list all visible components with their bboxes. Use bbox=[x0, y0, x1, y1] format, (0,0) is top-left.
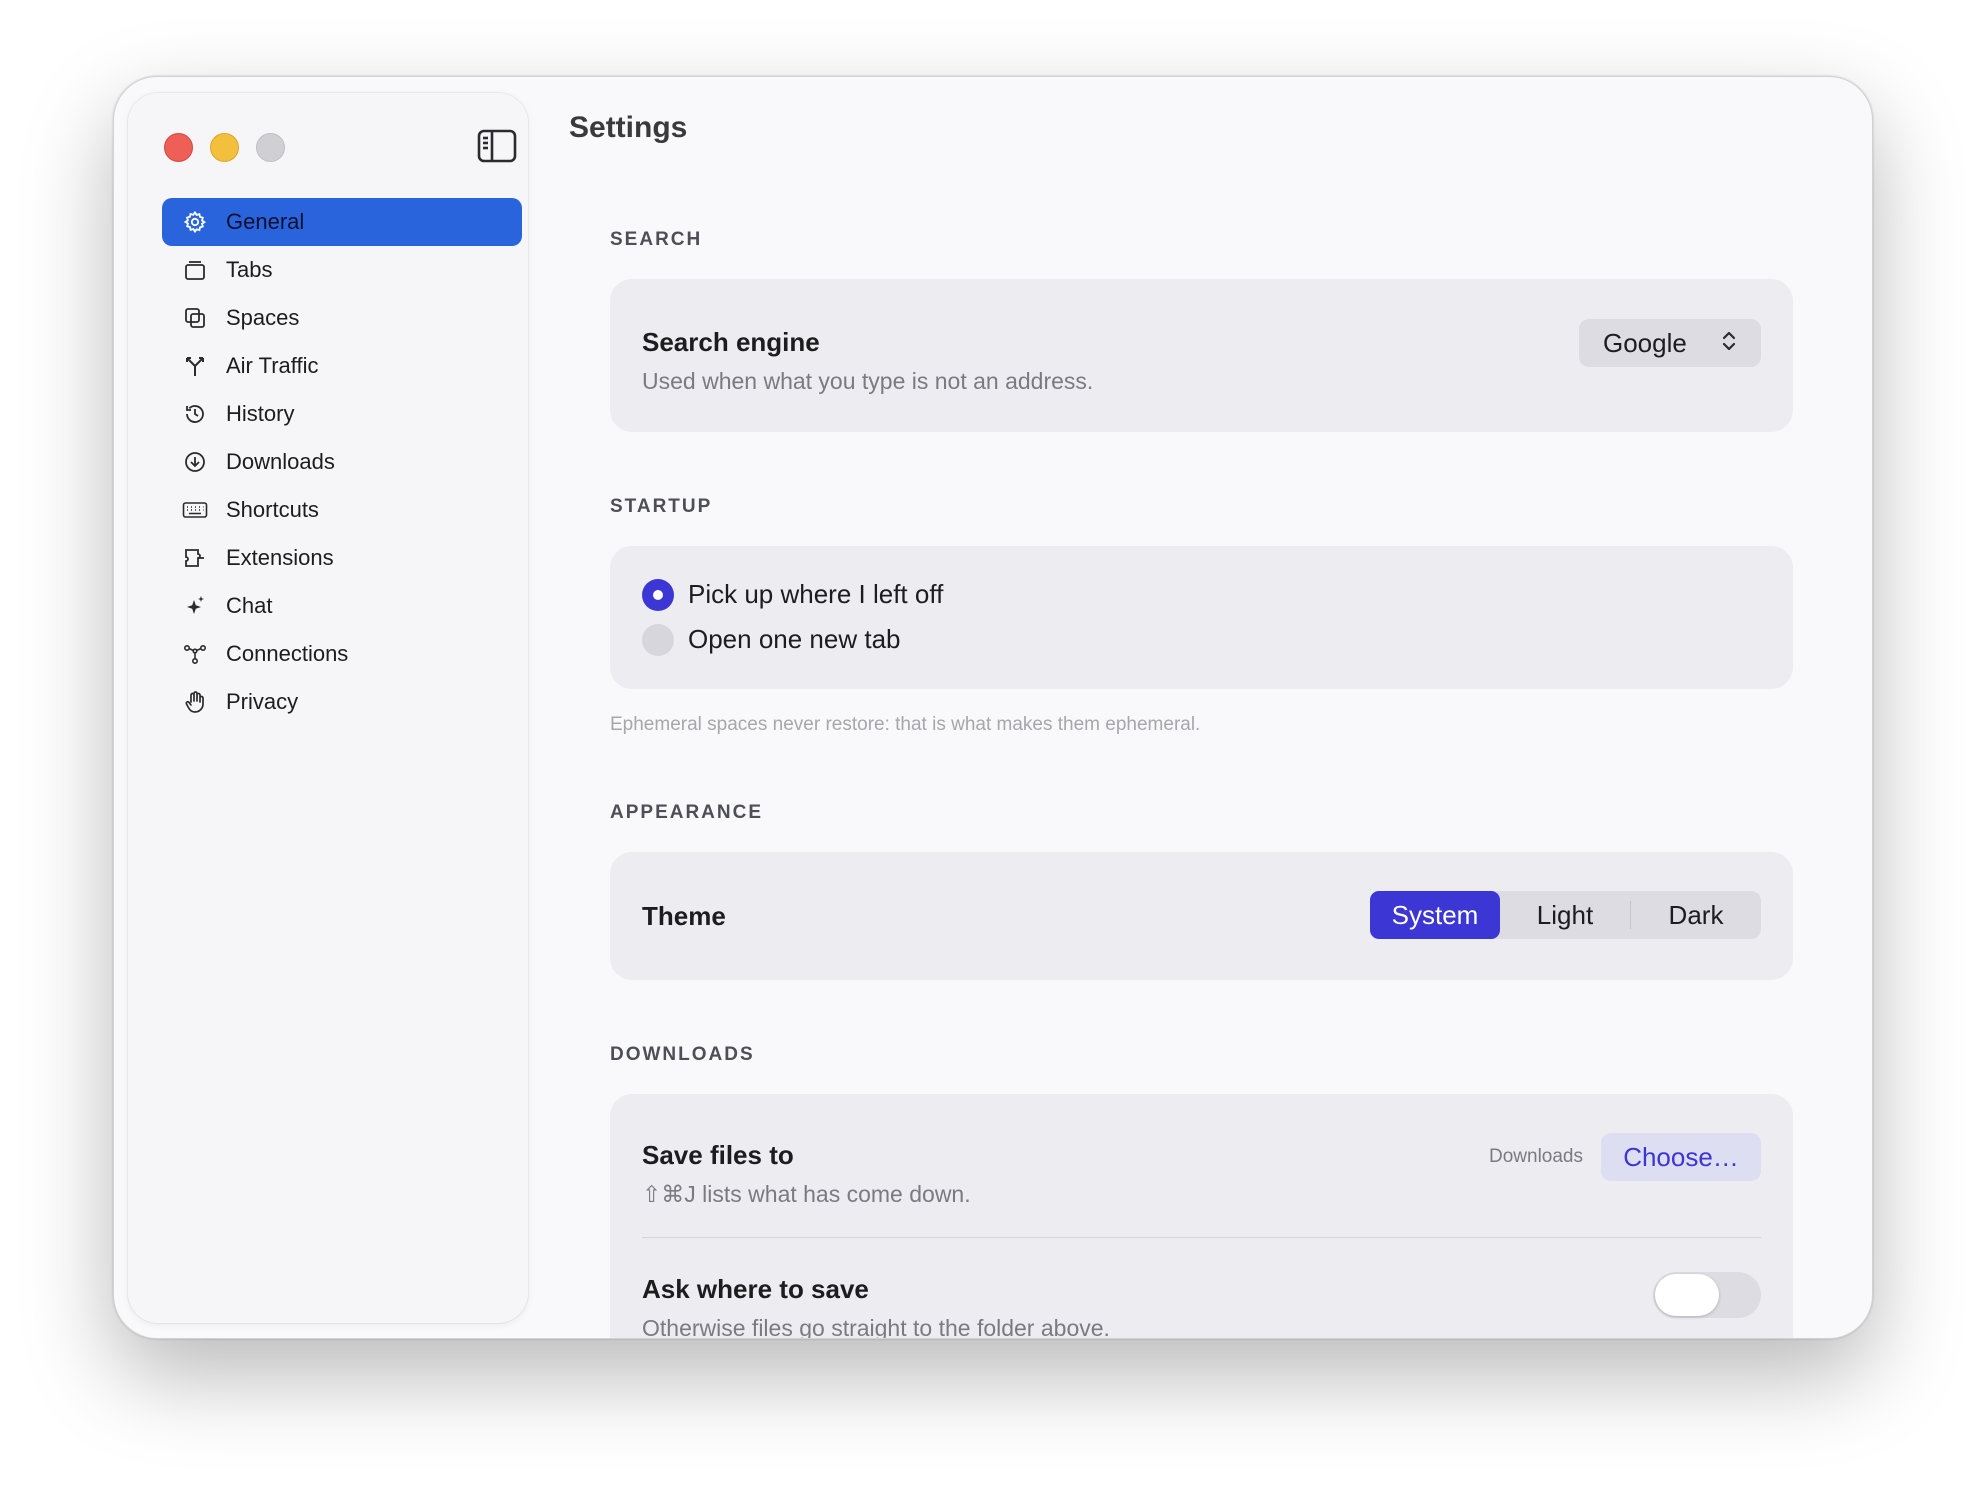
close-button[interactable] bbox=[164, 133, 193, 162]
page-title: Settings bbox=[569, 111, 688, 144]
sidebar-item-general[interactable]: General bbox=[162, 198, 522, 246]
section-label-search: SEARCH bbox=[610, 229, 703, 250]
theme-option-light[interactable]: Light bbox=[1500, 891, 1630, 939]
radio-selected[interactable] bbox=[642, 578, 674, 611]
startup-option-label: Pick up where I left off bbox=[688, 579, 944, 609]
sidebar-item-extensions[interactable]: Extensions bbox=[162, 534, 522, 582]
ask-save-title: Ask where to save bbox=[642, 1274, 869, 1304]
startup-option-new-tab[interactable]: Open one new tab bbox=[642, 617, 1761, 662]
sidebar: General Tabs Spaces Air Traffic History … bbox=[128, 93, 528, 1323]
sidebar-item-label: Shortcuts bbox=[226, 497, 319, 522]
connections-icon bbox=[182, 641, 208, 667]
radio-unselected[interactable] bbox=[642, 623, 674, 656]
hand-icon bbox=[182, 689, 208, 715]
startup-option-restore[interactable]: Pick up where I left off bbox=[642, 572, 1761, 617]
search-engine-select[interactable]: Google bbox=[1579, 319, 1761, 367]
ask-save-description: Otherwise files go straight to the folde… bbox=[642, 1315, 1110, 1339]
downloads-card: Save files to ⇧⌘J lists what has come do… bbox=[610, 1094, 1793, 1339]
settings-content: Settings SEARCH Search engine Used when … bbox=[569, 77, 1872, 1338]
sidebar-nav: General Tabs Spaces Air Traffic History … bbox=[162, 198, 522, 726]
ask-save-row: Ask where to save Otherwise files go str… bbox=[642, 1274, 1110, 1339]
tabs-icon bbox=[182, 257, 208, 283]
theme-option-dark[interactable]: Dark bbox=[1631, 891, 1761, 939]
air-traffic-icon bbox=[182, 353, 208, 379]
sidebar-item-label: History bbox=[226, 401, 295, 426]
gear-icon bbox=[182, 209, 208, 235]
save-files-row: Save files to ⇧⌘J lists what has come do… bbox=[642, 1140, 971, 1208]
theme-segmented-control: System Light Dark bbox=[1370, 891, 1761, 939]
spaces-icon bbox=[182, 305, 208, 331]
keyboard-icon bbox=[182, 497, 208, 523]
sidebar-item-label: General bbox=[226, 209, 305, 234]
startup-option-label: Open one new tab bbox=[688, 624, 901, 654]
sidebar-item-connections[interactable]: Connections bbox=[162, 630, 522, 678]
sidebar-item-label: Tabs bbox=[226, 257, 273, 282]
sidebar-item-label: Spaces bbox=[226, 305, 300, 330]
startup-footnote: Ephemeral spaces never restore: that is … bbox=[610, 714, 1201, 735]
startup-card: Pick up where I left off Open one new ta… bbox=[610, 546, 1793, 689]
extensions-icon bbox=[182, 545, 208, 571]
search-card: Search engine Used when what you type is… bbox=[610, 279, 1793, 432]
download-icon bbox=[182, 449, 208, 475]
sidebar-item-spaces[interactable]: Spaces bbox=[162, 294, 522, 342]
chevron-up-down-icon bbox=[1721, 328, 1737, 359]
minimize-button[interactable] bbox=[210, 133, 239, 162]
section-label-startup: STARTUP bbox=[610, 496, 713, 517]
appearance-card: Theme System Light Dark bbox=[610, 852, 1793, 980]
settings-window: General Tabs Spaces Air Traffic History … bbox=[113, 76, 1873, 1339]
sidebar-item-privacy[interactable]: Privacy bbox=[162, 678, 522, 726]
history-icon bbox=[182, 401, 208, 427]
sidebar-item-label: Connections bbox=[226, 641, 349, 666]
save-files-title: Save files to bbox=[642, 1140, 794, 1170]
sidebar-item-history[interactable]: History bbox=[162, 390, 522, 438]
sidebar-item-downloads[interactable]: Downloads bbox=[162, 438, 522, 486]
sparkle-icon bbox=[182, 593, 208, 619]
sidebar-toggle-icon[interactable] bbox=[477, 129, 517, 163]
sidebar-item-label: Privacy bbox=[226, 689, 299, 714]
sidebar-item-label: Extensions bbox=[226, 545, 334, 570]
theme-option-system[interactable]: System bbox=[1370, 891, 1500, 939]
sidebar-item-air-traffic[interactable]: Air Traffic bbox=[162, 342, 522, 390]
search-engine-value: Google bbox=[1603, 327, 1687, 358]
sidebar-item-label: Chat bbox=[226, 593, 273, 618]
section-label-appearance: APPEARANCE bbox=[610, 802, 764, 823]
sidebar-item-label: Air Traffic bbox=[226, 353, 319, 378]
theme-title: Theme bbox=[642, 901, 726, 931]
zoom-button[interactable] bbox=[256, 133, 285, 162]
search-engine-description: Used when what you type is not an addres… bbox=[642, 368, 1094, 394]
save-files-description: ⇧⌘J lists what has come down. bbox=[642, 1181, 971, 1207]
download-folder-name: Downloads bbox=[1489, 1146, 1583, 1167]
toggle-knob bbox=[1655, 1274, 1719, 1316]
sidebar-item-tabs[interactable]: Tabs bbox=[162, 246, 522, 294]
section-label-downloads: DOWNLOADS bbox=[610, 1044, 755, 1065]
sidebar-item-chat[interactable]: Chat bbox=[162, 582, 522, 630]
row-divider bbox=[642, 1237, 1761, 1238]
sidebar-item-shortcuts[interactable]: Shortcuts bbox=[162, 486, 522, 534]
ask-save-toggle[interactable] bbox=[1653, 1272, 1761, 1318]
choose-folder-button[interactable]: Choose… bbox=[1601, 1133, 1761, 1181]
sidebar-item-label: Downloads bbox=[226, 449, 335, 474]
